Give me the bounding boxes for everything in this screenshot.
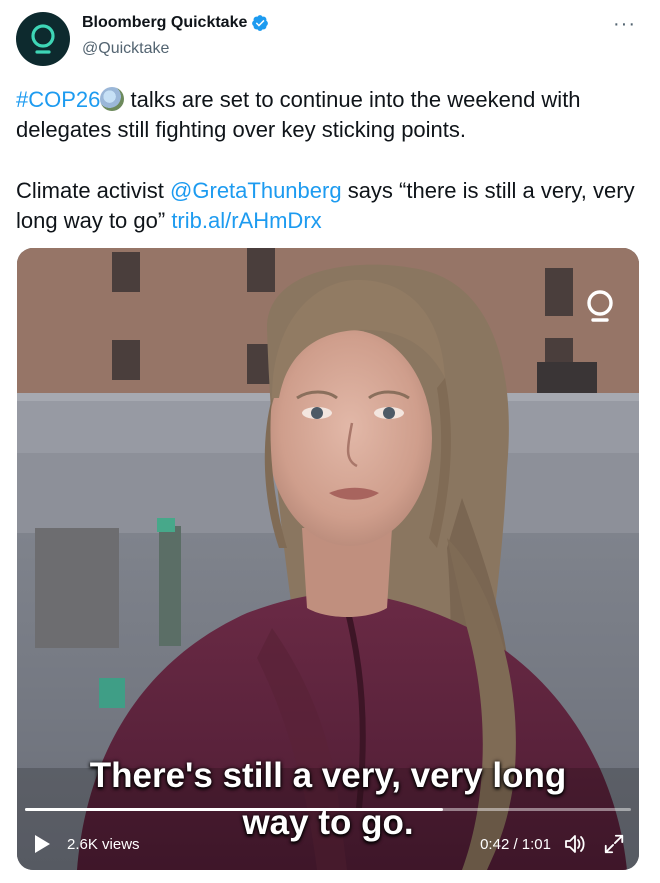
- cop26-emoji-icon: [100, 87, 125, 111]
- hashtag-link[interactable]: #COP26: [16, 87, 100, 112]
- video-caption: There's still a very, very long: [89, 756, 567, 795]
- more-options-button[interactable]: ···: [613, 14, 636, 34]
- author-handle[interactable]: @Quicktake: [82, 40, 169, 58]
- article-link[interactable]: trib.al/rAHmDrx: [171, 208, 321, 233]
- video-progress-bar[interactable]: [25, 808, 631, 811]
- author-row[interactable]: Bloomberg Quicktake: [82, 14, 269, 32]
- quicktake-logo-icon: [31, 24, 55, 54]
- video-player[interactable]: There's still a very, very long way to g…: [17, 248, 639, 870]
- play-button[interactable]: [33, 834, 53, 854]
- view-count: 2.6K views: [67, 835, 140, 853]
- volume-muted-icon[interactable]: [563, 832, 587, 856]
- author-name[interactable]: Bloomberg Quicktake: [82, 14, 247, 32]
- tweet-text: #COP26 talks are set to continue into th…: [16, 85, 636, 236]
- video-controls: 2.6K views 0:42 / 1:01: [17, 818, 639, 870]
- fullscreen-icon[interactable]: [603, 833, 625, 855]
- quicktake-watermark-icon: [587, 290, 613, 322]
- mention-link[interactable]: @GretaThunberg: [170, 178, 342, 203]
- video-time: 0:42 / 1:01: [480, 835, 551, 853]
- tweet-text-part: Climate activist: [16, 178, 171, 203]
- avatar[interactable]: [16, 12, 70, 66]
- verified-badge-icon: [252, 15, 269, 31]
- play-icon: [35, 835, 50, 853]
- video-progress-fill: [25, 808, 444, 811]
